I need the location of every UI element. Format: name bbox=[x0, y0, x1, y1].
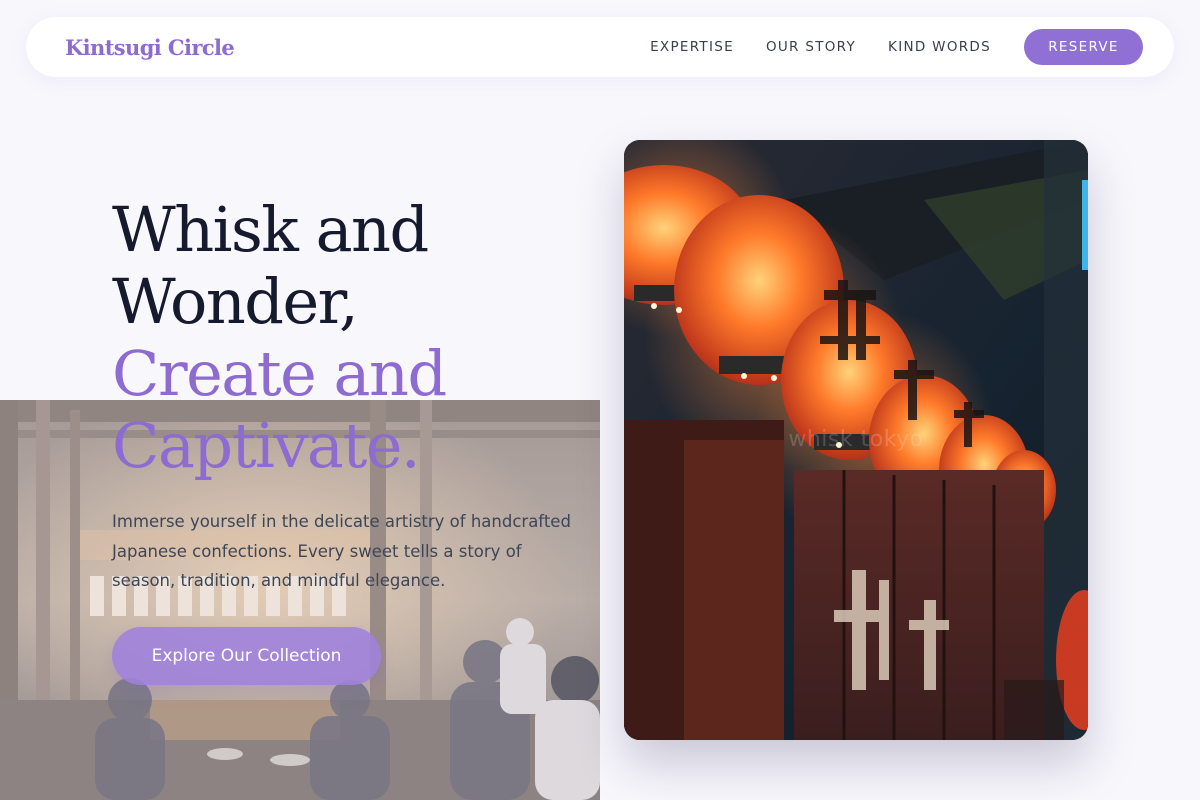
nav-link-expertise[interactable]: EXPERTISE bbox=[650, 39, 734, 55]
hero-heading-line-1: Whisk and bbox=[112, 193, 429, 266]
hero-heading-line-2: Wonder, bbox=[112, 265, 359, 338]
explore-collection-button[interactable]: Explore Our Collection bbox=[112, 627, 381, 685]
nav-links: EXPERTISE OUR STORY KIND WORDS RESERVE bbox=[650, 29, 1143, 65]
hero-description: Immerse yourself in the delicate artistr… bbox=[112, 512, 571, 590]
nav-link-kind-words[interactable]: KIND WORDS bbox=[888, 39, 991, 55]
brand-logo[interactable]: Kintsugi Circle bbox=[65, 35, 235, 60]
hero-heading-accent-line-1: Create and bbox=[112, 337, 447, 410]
top-navigation: Kintsugi Circle EXPERTISE OUR STORY KIND… bbox=[26, 17, 1174, 77]
hero-heading: Whisk and Wonder, Create and Captivate. bbox=[112, 194, 592, 482]
nav-link-our-story[interactable]: OUR STORY bbox=[766, 39, 856, 55]
lanterns-photo-card: whisk tokyo bbox=[624, 140, 1088, 740]
photo-watermark: whisk tokyo bbox=[788, 427, 924, 452]
reserve-button[interactable]: RESERVE bbox=[1024, 29, 1143, 65]
hero-heading-accent-line-2: Captivate. bbox=[112, 409, 421, 482]
